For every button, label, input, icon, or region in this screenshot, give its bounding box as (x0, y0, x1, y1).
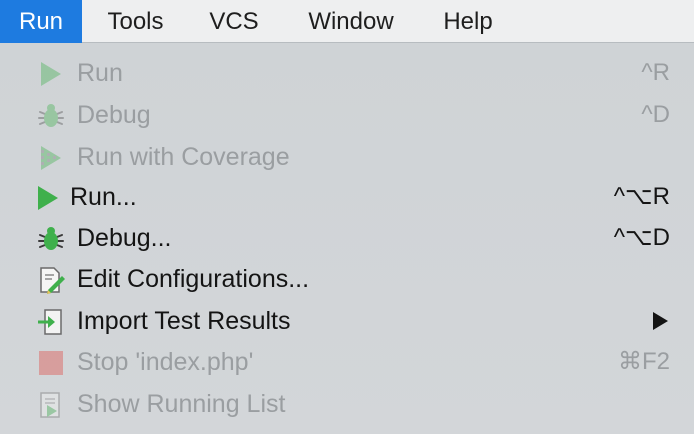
menu-item-run-with-coverage: Run with Coverage (0, 136, 694, 178)
menu-item-shortcut: ⌘F2 (617, 348, 670, 375)
menu-tools[interactable]: Tools (89, 0, 182, 43)
menu-item-shortcut: ^⌥R (613, 183, 670, 210)
menu-item-shortcut: ^D (641, 101, 670, 128)
menu-item-debug: Debug ^D (0, 94, 694, 136)
menu-item-label: Debug... (77, 224, 172, 252)
menu-item-edit-configurations[interactable]: Edit Configurations... (0, 258, 694, 300)
debug-icon (38, 227, 64, 250)
submenu-arrow-icon (653, 312, 668, 330)
menu-bar: Run Tools VCS Window Help (0, 0, 694, 43)
menu-item-debug-ellipsis[interactable]: Debug... ^⌥D (0, 217, 694, 259)
menu-item-label: Run... (70, 183, 137, 211)
menu-run[interactable]: Run (0, 0, 82, 43)
menu-item-import-test-results[interactable]: Import Test Results (0, 300, 694, 342)
edit-configurations-icon (40, 267, 65, 294)
menu-help[interactable]: Help (426, 0, 510, 43)
menu-item-label: Stop 'index.php' (77, 348, 254, 376)
menu-item-label: Debug (77, 101, 151, 129)
menu-item-label: Import Test Results (77, 307, 291, 335)
menu-item-label: Run with Coverage (77, 143, 290, 171)
menu-item-shortcut: ^⌥D (613, 224, 670, 251)
menu-window[interactable]: Window (285, 0, 417, 43)
coverage-icon (41, 146, 61, 170)
menu-item-label: Run (77, 59, 123, 87)
import-icon (38, 309, 62, 335)
running-list-icon (40, 392, 60, 418)
menu-vcs[interactable]: VCS (192, 0, 276, 43)
run-menu-dropdown: Run ^R Debug ^D Run with Coverage Run...… (0, 43, 694, 434)
run-icon (38, 186, 58, 210)
menu-item-shortcut: ^R (641, 59, 670, 86)
debug-icon (38, 104, 64, 127)
stop-icon (39, 351, 63, 375)
run-icon (41, 62, 61, 86)
menu-item-label: Show Running List (77, 390, 286, 418)
menu-item-label: Edit Configurations... (77, 265, 310, 293)
menu-item-stop: Stop 'index.php' ⌘F2 (0, 341, 694, 383)
menu-item-show-running-list: Show Running List (0, 383, 694, 425)
menu-item-run-ellipsis[interactable]: Run... ^⌥R (0, 176, 694, 218)
menu-item-run: Run ^R (0, 52, 694, 94)
